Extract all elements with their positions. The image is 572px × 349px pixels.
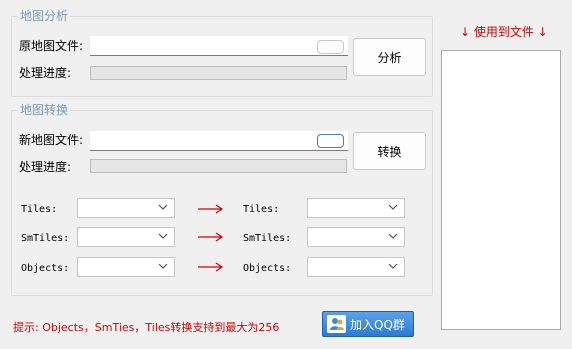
qq-users-icon	[327, 315, 346, 333]
chevron-down-icon	[158, 204, 168, 210]
smtiles-target-label: SmTiles:	[243, 233, 292, 244]
analyze-group-title: 地图分析	[18, 9, 71, 23]
source-file-label: 原地图文件:	[19, 39, 84, 53]
smtiles-target-select[interactable]	[307, 227, 405, 247]
hint-text: 提示: Objects，SmTies，Tiles转换支持到最大为256	[13, 321, 280, 334]
join-qq-group-label: 加入QQ群	[350, 317, 405, 332]
chevron-down-icon	[158, 233, 168, 239]
tiles-source-label: Tiles:	[21, 204, 58, 215]
analyze-button[interactable]: 分析	[353, 38, 426, 76]
arrow-right-icon	[198, 262, 224, 272]
analyze-progress-label: 处理进度:	[19, 66, 72, 80]
source-file-input[interactable]	[90, 36, 348, 56]
new-browse-button[interactable]	[317, 134, 344, 148]
analyze-progress-bar	[90, 66, 347, 80]
source-browse-button[interactable]	[317, 40, 344, 54]
used-files-label: ↓ 使用到文件 ↓	[460, 25, 548, 39]
smtiles-source-label: SmTiles:	[21, 233, 70, 244]
tiles-target-select[interactable]	[307, 198, 405, 218]
chevron-down-icon	[388, 263, 398, 269]
chevron-down-icon	[158, 263, 168, 269]
new-file-label: 新地图文件:	[19, 133, 84, 147]
chevron-down-icon	[388, 204, 398, 210]
used-files-list[interactable]	[441, 50, 561, 330]
smtiles-source-select[interactable]	[77, 227, 175, 247]
objects-target-label: Objects:	[243, 263, 292, 274]
convert-group-title: 地图转换	[18, 103, 71, 117]
objects-target-select[interactable]	[307, 257, 405, 277]
tiles-target-label: Tiles:	[243, 204, 280, 215]
convert-progress-label: 处理进度:	[19, 160, 72, 174]
new-file-input[interactable]	[90, 131, 348, 151]
arrow-right-icon	[198, 232, 224, 242]
objects-source-select[interactable]	[77, 257, 175, 277]
convert-button[interactable]: 转换	[353, 132, 426, 170]
arrow-right-icon	[198, 204, 224, 214]
join-qq-group-button[interactable]: 加入QQ群	[322, 311, 414, 337]
chevron-down-icon	[388, 233, 398, 239]
convert-progress-bar	[90, 159, 347, 173]
objects-source-label: Objects:	[21, 263, 70, 274]
tiles-source-select[interactable]	[77, 198, 175, 218]
